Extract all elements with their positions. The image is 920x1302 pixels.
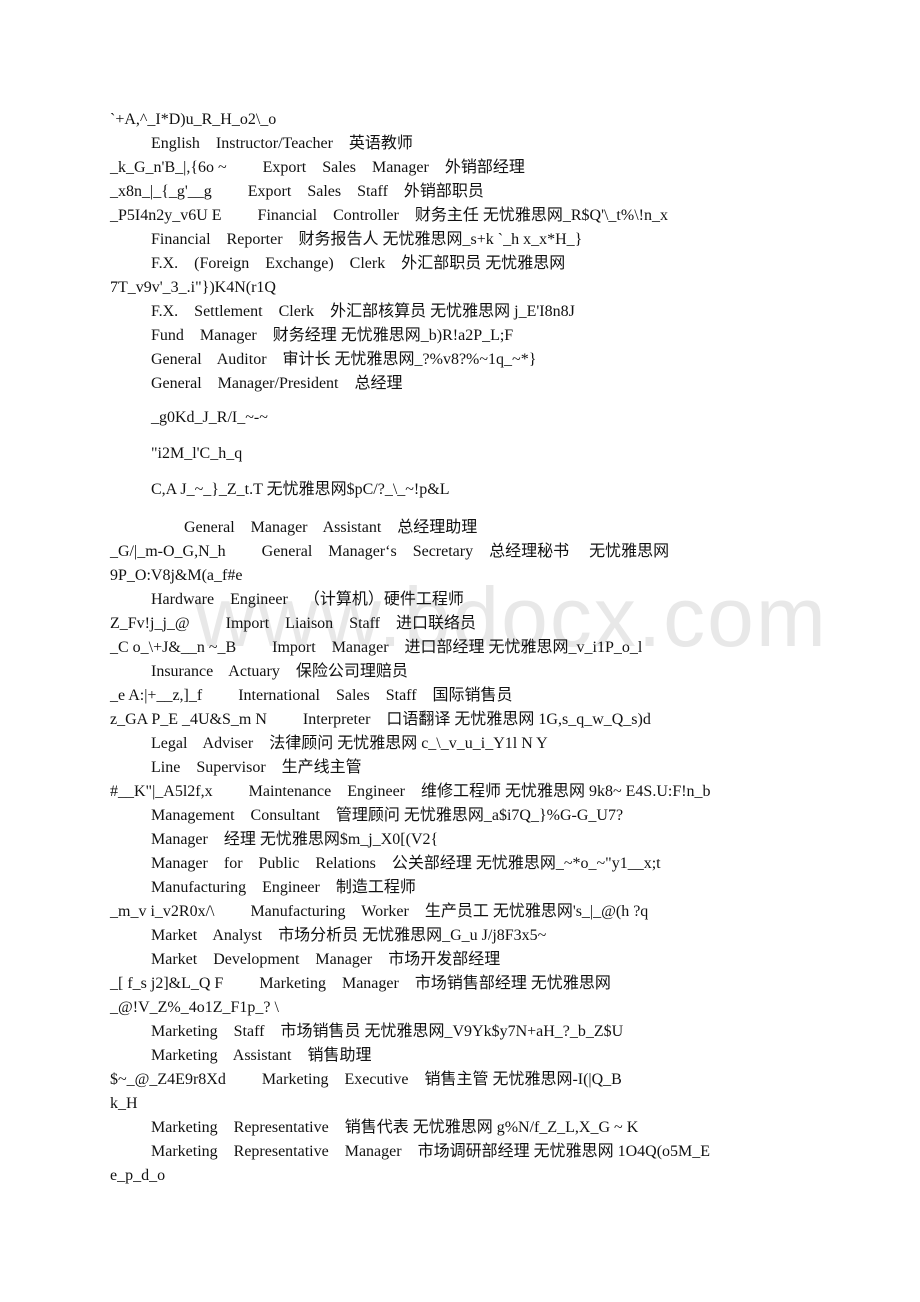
text-line: _G/|_m-O_G,N_h General Manager‘s Secreta… [110,543,670,560]
text-line: F.X. (Foreign Exchange) Clerk 外汇部职员 无忧雅思… [151,255,566,272]
text-line: Marketing Representative Manager 市场调研部经理… [151,1143,711,1160]
text-line: Insurance Actuary 保险公司理赔员 [151,663,408,680]
text-line: e_p_d_o [110,1167,166,1184]
text-line: General Manager/President 总经理 [151,375,403,392]
text-line: z_GA P_E _4U&S_m N Interpreter 口语翻译 无忧雅思… [110,711,651,728]
text-line: _P5I4n2y_v6U E Financial Controller 财务主任… [110,207,668,224]
text-line: _e A:|+__z,]_f International Sales Staff… [110,687,513,704]
text-line: $~_@_Z4E9r8Xd Marketing Executive 销售主管 无… [110,1071,622,1088]
text-line: "i2M_l'C_h_q [151,445,243,462]
text-line: _@!V_Z%_4o1Z_F1p_? \ [110,999,279,1016]
text-line: _g0Kd_J_R/I_~-~ [151,409,268,426]
text-line: 7T_v9v'_3_.i"})K4N(r1Q [110,279,276,296]
text-line: F.X. Settlement Clerk 外汇部核算员 无忧雅思网 j_E'I… [151,303,575,320]
text-line: Fund Manager 财务经理 无忧雅思网_b)R!a2P_L;F [151,327,514,344]
text-line: _m_v i_v2R0x/\ Manufacturing Worker 生产员工… [110,903,649,920]
text-line: _k_G_n'B_|,{6o ~ Export Sales Manager 外销… [110,159,525,176]
text-line: #__K"|_A5l2f,x Maintenance Engineer 维修工程… [110,783,711,800]
text-line: Legal Adviser 法律顾问 无忧雅思网 c_\_v_u_i_Y1l N… [151,735,548,752]
text-line: Marketing Assistant 销售助理 [151,1047,372,1064]
text-line: Market Development Manager 市场开发部经理 [151,951,501,968]
text-line: Marketing Staff 市场销售员 无忧雅思网_V9Yk$y7N+aH_… [151,1023,624,1040]
text-line: Financial Reporter 财务报告人 无忧雅思网_s+k `_h x… [151,231,583,248]
text-line: Hardware Engineer （计算机）硬件工程师 [151,591,464,608]
text-line: Manager 经理 无忧雅思网$m_j_X0[(V2{ [151,831,439,848]
text-line: English Instructor/Teacher 英语教师 [151,135,413,152]
text-line: k_H [110,1095,138,1112]
text-line: General Manager Assistant 总经理助理 [184,519,478,536]
text-line: General Auditor 审计长 无忧雅思网_?%v8?%~1q_~*} [151,351,537,368]
text-line: _x8n_|_{_g'__g Export Sales Staff 外销部职员 [110,183,484,200]
text-line: Market Analyst 市场分析员 无忧雅思网_G_u J/j8F3x5~ [151,927,547,944]
text-line: Line Supervisor 生产线主管 [151,759,362,776]
text-line: Marketing Representative 销售代表 无忧雅思网 g%N/… [151,1119,639,1136]
text-line: _C o_\+J&__n ~_B Import Manager 进口部经理 无忧… [110,639,643,656]
text-line: Manufacturing Engineer 制造工程师 [151,879,416,896]
text-line: `+A,^_I*D)u_R_H_o2\_o [110,111,277,128]
text-line: C,A J_~_}_Z_t.T 无忧雅思网$pC/?_\_~!p&L [151,481,450,498]
text-line: _[ f_s j2]&L_Q F Marketing Manager 市场销售部… [110,975,611,992]
text-line: Manager for Public Relations 公关部经理 无忧雅思网… [151,855,661,872]
text-line: Management Consultant 管理顾问 无忧雅思网_a$i7Q_}… [151,807,624,824]
document-page: www.bdocx.com `+A,^_I*D)u_R_H_o2\_o Engli… [0,0,920,1302]
text-line: 9P_O:V8j&M(a_f#e [110,567,243,584]
text-line: Z_Fv!j_j_@ Import Liaison Staff 进口联络员 [110,615,476,632]
